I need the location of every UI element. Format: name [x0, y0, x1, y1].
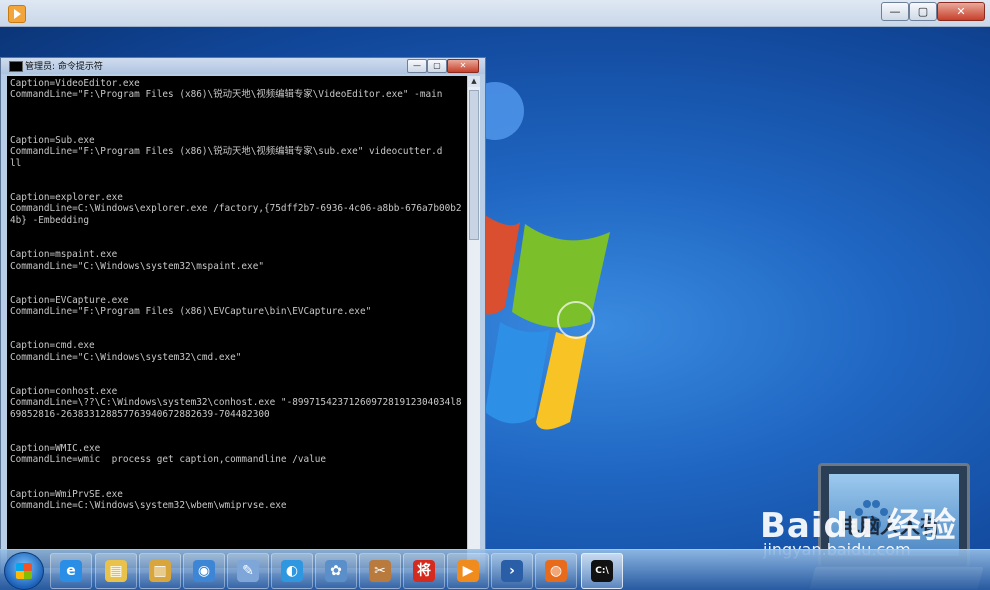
firefox-icon: ◍ [545, 560, 567, 582]
taskbar-item-firefox[interactable]: ◍ [535, 553, 577, 589]
cmd-maximize-button[interactable]: ▢ [427, 59, 447, 73]
windows-logo [470, 212, 610, 430]
taskbar-item-internet-explorer[interactable]: e [50, 553, 92, 589]
taskbar-item-folders[interactable]: ▤ [95, 553, 137, 589]
outer-window-titlebar: — ▢ ✕ [0, 0, 990, 27]
cmd-window: 管理员: 命令提示符 — ▢ ✕ Caption=VideoEditor.exe… [0, 57, 486, 574]
console-output-area[interactable]: Caption=VideoEditor.exe CommandLine="F:\… [7, 76, 467, 568]
start-button[interactable] [4, 552, 44, 590]
file-manager-icon: ▥ [149, 560, 171, 582]
cmd-icon: C:\ [591, 560, 613, 582]
console-text: Caption=VideoEditor.exe CommandLine="F:\… [10, 78, 462, 512]
taskbar-item-powershell[interactable]: › [491, 553, 533, 589]
cmd-scrollbar[interactable]: ▲ ▼ [468, 76, 480, 568]
weather-icon: ◐ [281, 560, 303, 582]
taskbar-item-tools[interactable]: ✂ [359, 553, 401, 589]
cmd-titlebar: 管理员: 命令提示符 — ▢ ✕ [1, 58, 485, 74]
taskbar: e ▤ ▥ ◉ ✎ ◐ ✿ ✂ 将 ▶ › ◍ C:\ [0, 549, 990, 590]
tools-icon: ✂ [369, 560, 391, 582]
media-icon: ◉ [193, 560, 215, 582]
cmd-close-button[interactable]: ✕ [447, 59, 479, 73]
video-player-icon: ▶ [457, 560, 479, 582]
taskbar-item-chess[interactable]: 将 [403, 553, 445, 589]
taskbar-item-paint[interactable]: ✎ [227, 553, 269, 589]
paint-icon: ✎ [237, 560, 259, 582]
minimize-icon: — [889, 5, 901, 18]
outer-maximize-button[interactable]: ▢ [909, 2, 937, 21]
cmd-title: 管理员: 命令提示符 [25, 62, 103, 72]
chess-icon: 将 [413, 560, 435, 582]
console-icon [9, 61, 23, 72]
taskbar-item-fan[interactable]: ✿ [315, 553, 357, 589]
powershell-icon: › [501, 560, 523, 582]
taskbar-item-file-manager[interactable]: ▥ [139, 553, 181, 589]
maximize-icon: ▢ [917, 5, 929, 18]
scroll-thumb[interactable] [469, 90, 479, 240]
fan-icon: ✿ [325, 560, 347, 582]
scroll-up-arrow-icon[interactable]: ▲ [468, 76, 480, 87]
folders-icon: ▤ [105, 560, 127, 582]
taskbar-item-weather[interactable]: ◐ [271, 553, 313, 589]
taskbar-item-video-player[interactable]: ▶ [447, 553, 489, 589]
taskbar-item-cmd[interactable]: C:\ [581, 553, 623, 589]
outer-minimize-button[interactable]: — [881, 2, 909, 21]
video-player-app-icon [8, 5, 26, 23]
internet-explorer-icon: e [60, 560, 82, 582]
cmd-minimize-button[interactable]: — [407, 59, 427, 73]
close-icon: ✕ [956, 5, 966, 18]
outer-close-button[interactable]: ✕ [937, 2, 985, 21]
taskbar-item-media[interactable]: ◉ [183, 553, 225, 589]
